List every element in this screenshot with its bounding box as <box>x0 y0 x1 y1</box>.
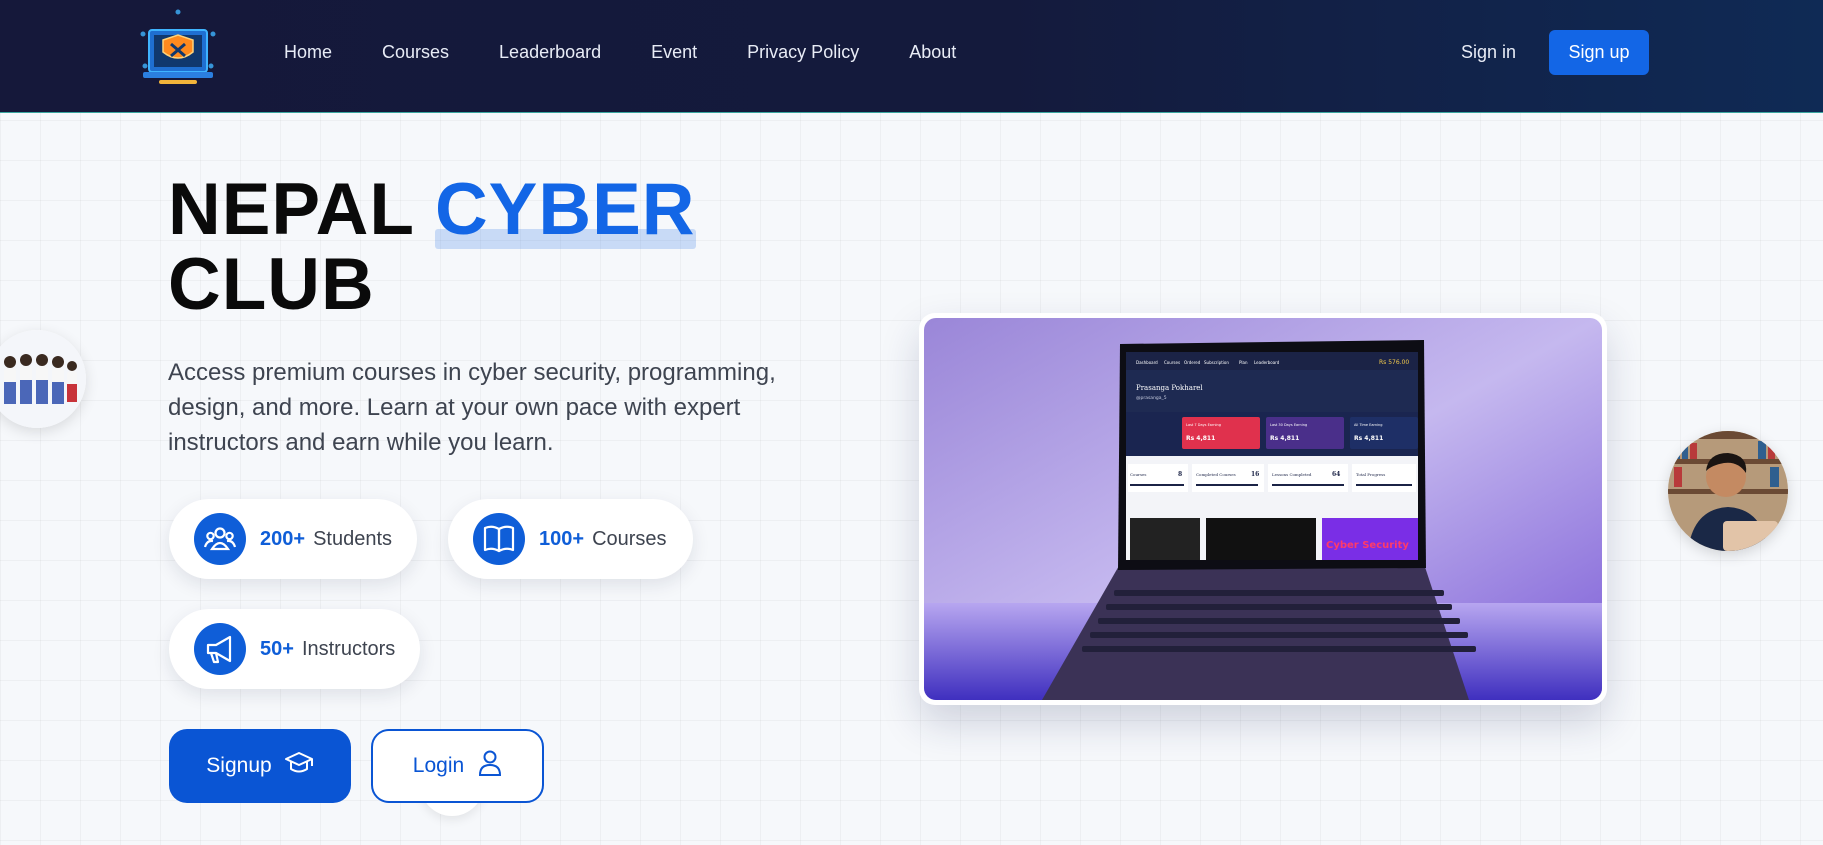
screen-nav-item: Courses <box>1164 360 1180 365</box>
book-icon <box>473 513 525 565</box>
screen-balance: Rs 576.00 <box>1379 359 1409 366</box>
screen-stat-label: Total Progress <box>1356 472 1385 477</box>
stat-instructors: 50+ Instructors <box>169 609 420 689</box>
navbar: Home Courses Leaderboard Event Privacy P… <box>0 0 1823 113</box>
stat-courses-label: Courses <box>592 527 667 550</box>
nav-courses[interactable]: Courses <box>382 42 449 63</box>
graduation-cap-icon <box>284 750 314 782</box>
nav-about[interactable]: About <box>909 42 956 63</box>
screen-stat-label: Completed Courses <box>1196 472 1236 477</box>
hero-laptop-image: Dashboard Courses Ordered Subscription P… <box>919 313 1607 705</box>
screen-card-label: Last 7 Days Earning <box>1186 423 1221 427</box>
screen-card-value: Rs 4,811 <box>1270 435 1299 442</box>
screen-banner: Cyber Security <box>1326 540 1409 551</box>
screen-card-label: All Time Earning <box>1354 423 1383 427</box>
logo[interactable] <box>133 4 223 90</box>
stat-students: 200+ Students <box>169 499 417 579</box>
students-avatar <box>0 330 86 428</box>
stat-students-number: 200+ <box>260 527 306 550</box>
nav-event[interactable]: Event <box>651 42 697 63</box>
hero-login-button[interactable]: Login <box>371 729 544 803</box>
hero-title-part2: CLUB <box>168 244 375 325</box>
student-avatar <box>1668 431 1788 551</box>
hero-signup-label: Signup <box>206 754 272 777</box>
stat-courses: 100+ Courses <box>448 499 693 579</box>
screen-nav-item: Ordered <box>1184 360 1201 365</box>
screen-stat-value: 16 <box>1251 471 1259 478</box>
stat-instructors-number: 50+ <box>260 637 294 660</box>
nav-privacy-policy[interactable]: Privacy Policy <box>747 42 859 63</box>
screen-nav-item: Leaderboard <box>1254 360 1280 365</box>
hero-subtitle: Access premium courses in cyber security… <box>168 359 776 456</box>
users-icon <box>194 513 246 565</box>
screen-stat-value: 64 <box>1332 471 1340 478</box>
stat-students-label: Students <box>313 527 393 550</box>
screen-stat-label: Courses <box>1130 472 1146 477</box>
screen-nav-item: Dashboard <box>1136 360 1158 365</box>
screen-nav-item: Plan <box>1239 360 1248 365</box>
hero-title: NEPAL CYBER CLUB <box>168 172 868 322</box>
stat-instructors-label: Instructors <box>301 637 396 660</box>
sign-in-link[interactable]: Sign in <box>1461 42 1516 63</box>
megaphone-icon <box>194 623 246 675</box>
screen-user-name: Prasanga Pokharel <box>1136 384 1203 392</box>
screen-card-value: Rs 4,811 <box>1354 435 1383 442</box>
hero-title-accent: CYBER <box>434 169 696 250</box>
nav-leaderboard[interactable]: Leaderboard <box>499 42 601 63</box>
sign-up-button[interactable]: Sign up <box>1549 30 1649 75</box>
screen-stat-value: 8 <box>1178 471 1182 478</box>
screen-user-handle: @prasanga_5 <box>1136 395 1167 401</box>
user-icon <box>478 749 502 783</box>
nav-home[interactable]: Home <box>284 42 332 63</box>
hero-signup-button[interactable]: Signup <box>169 729 351 803</box>
screen-stat-label: Lessons Completed <box>1272 472 1312 477</box>
screen-card-value: Rs 4,811 <box>1186 435 1215 442</box>
screen-card-label: Last 30 Days Earning <box>1270 423 1307 427</box>
hero-title-part1: NEPAL <box>168 169 414 250</box>
stat-courses-number: 100+ <box>539 527 585 550</box>
main-nav: Home Courses Leaderboard Event Privacy P… <box>284 42 1006 63</box>
screen-nav-item: Subscription <box>1204 360 1229 365</box>
hero-login-label: Login <box>412 754 465 777</box>
